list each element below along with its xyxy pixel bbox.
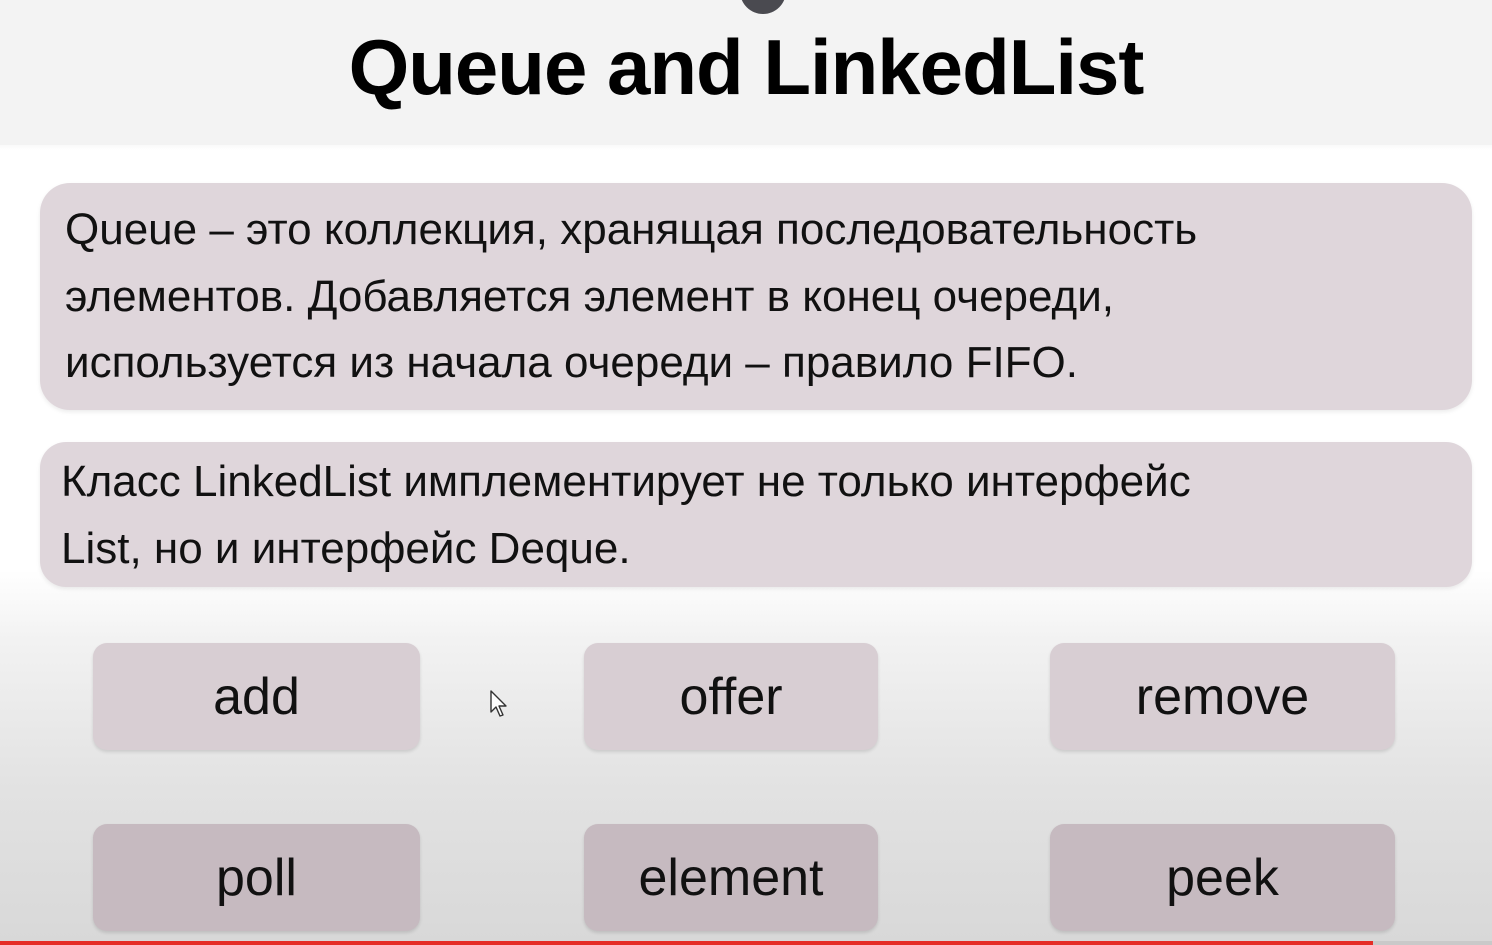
linkedlist-line-2: List, но и интерфейс Deque. <box>61 524 631 573</box>
video-progress-bar[interactable] <box>0 941 1373 945</box>
definition-line-1: Queue – это коллекция, хранящая последов… <box>65 205 1198 254</box>
slide: Queue and LinkedList Queue – это коллекц… <box>0 0 1492 945</box>
method-offer: offer <box>584 643 878 750</box>
method-add: add <box>93 643 420 750</box>
video-progress-remaining[interactable] <box>1373 941 1492 945</box>
method-remove: remove <box>1050 643 1395 750</box>
definition-line-3: используется из начала очереди – правило… <box>65 338 1079 387</box>
queue-definition-box: Queue – это коллекция, хранящая последов… <box>40 183 1472 410</box>
method-poll: poll <box>93 824 420 931</box>
method-peek: peek <box>1050 824 1395 931</box>
linkedlist-description-box: Класс LinkedList имплементирует не тольк… <box>40 442 1472 587</box>
slide-title: Queue and LinkedList <box>348 23 1145 111</box>
method-element: element <box>584 824 878 931</box>
definition-line-2: элементов. Добавляется элемент в конец о… <box>65 272 1114 321</box>
mouse-pointer-icon <box>490 690 507 717</box>
linkedlist-line-1: Класс LinkedList имплементирует не тольк… <box>61 457 1191 506</box>
